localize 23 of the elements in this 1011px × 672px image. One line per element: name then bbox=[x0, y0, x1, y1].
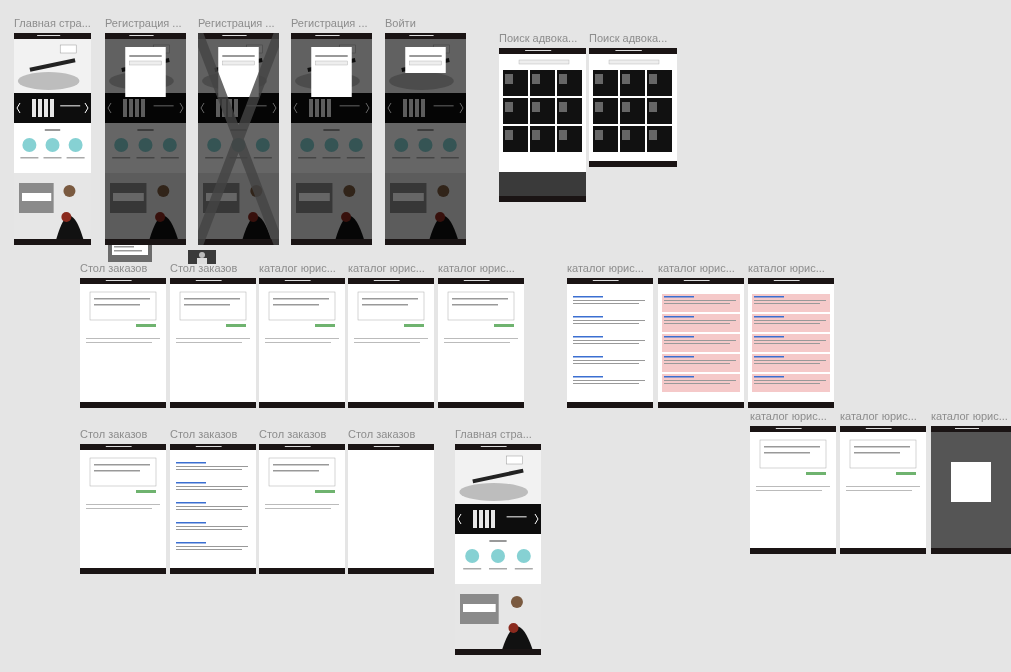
frame-title[interactable]: каталог юрис... bbox=[748, 261, 825, 275]
frame-title[interactable]: Поиск адвока... bbox=[589, 31, 668, 45]
frame-title[interactable]: Поиск адвока... bbox=[499, 31, 578, 45]
frame-title[interactable]: Регистрация ... bbox=[198, 16, 275, 30]
frame-title[interactable]: каталог юрис... bbox=[750, 409, 827, 423]
frame-title[interactable]: каталог юрис... bbox=[567, 261, 644, 275]
frame-title[interactable]: каталог юрис... bbox=[658, 261, 735, 275]
frame-title[interactable]: Регистрация ... bbox=[291, 16, 368, 30]
frame-title[interactable]: Главная стра... bbox=[455, 427, 532, 441]
frame-title[interactable]: каталог юрис... bbox=[348, 261, 425, 275]
frame-title[interactable]: Стол заказов bbox=[348, 427, 416, 441]
frame-title[interactable]: Стол заказов bbox=[170, 427, 238, 441]
frame-title[interactable]: Войти bbox=[385, 16, 416, 30]
frame-title[interactable]: Стол заказов bbox=[80, 427, 148, 441]
frame-title[interactable]: Главная стра... bbox=[14, 16, 91, 30]
frame-title[interactable]: каталог юрис... bbox=[259, 261, 336, 275]
frame-title[interactable]: каталог юрис... bbox=[438, 261, 515, 275]
frame-title[interactable]: Стол заказов bbox=[170, 261, 238, 275]
frame-title[interactable]: Стол заказов bbox=[259, 427, 327, 441]
frame-title[interactable]: Стол заказов bbox=[80, 261, 148, 275]
frame-title[interactable]: каталог юрис... bbox=[931, 409, 1008, 423]
frame-title[interactable]: каталог юрис... bbox=[840, 409, 917, 423]
frame-title[interactable]: Регистрация ... bbox=[105, 16, 182, 30]
